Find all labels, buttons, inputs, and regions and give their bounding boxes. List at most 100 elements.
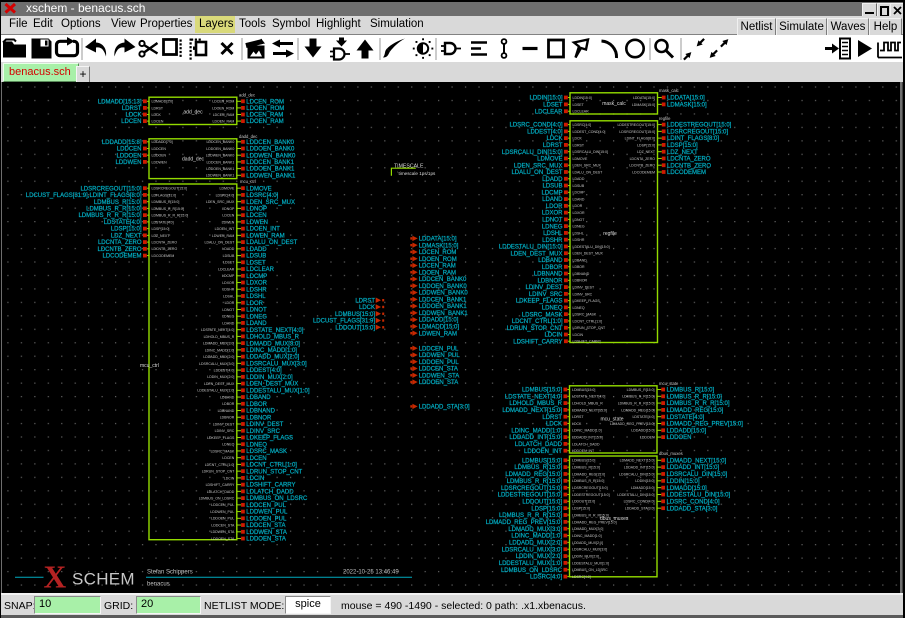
svg-text:LDCMP: LDCMP	[246, 274, 267, 280]
svg-text:LDDCEN_BANK1: LDDCEN_BANK1	[206, 160, 234, 164]
svg-text:mask_calc: mask_calc	[659, 88, 679, 93]
svg-text:LDMADD[15:13]: LDMADD[15:13]	[98, 99, 142, 105]
svg-text:LDMADD_MUX[3:0]: LDMADD_MUX[3:0]	[572, 527, 603, 531]
svg-text:LDDCEN_STA: LDDCEN_STA	[419, 367, 458, 373]
svg-text:LDDEST_COND[4:0]: LDDEST_COND[4:0]	[573, 130, 606, 134]
svg-text:LDSRC_COND[4:0]: LDSRC_COND[4:0]	[509, 123, 562, 129]
svg-text:LDSHR: LDSHR	[573, 238, 585, 242]
svg-text:LDDADD_MUX[2:0]: LDDADD_MUX[2:0]	[509, 540, 562, 546]
svg-text:LDSRC_MASK: LDSRC_MASK	[246, 449, 287, 455]
svg-text:LDDOEN: LDDOEN	[667, 435, 692, 441]
svg-text:LDCK: LDCK	[359, 305, 375, 311]
svg-text:LDSRCALU_DIN[15:0]: LDSRCALU_DIN[15:0]	[573, 150, 608, 154]
svg-text:dbus_muxes: dbus_muxes	[659, 451, 683, 456]
svg-text:LDRST: LDRST	[542, 415, 562, 421]
svg-text:LDSRCALU_DIN[15:0]: LDSRCALU_DIN[15:0]	[667, 472, 728, 478]
svg-text:LDMBUS_R_R_R[15:0]: LDMBUS_R_R_R[15:0]	[152, 214, 189, 218]
svg-text:add_dec: add_dec	[239, 93, 255, 98]
svg-text:LDBNAND: LDBNAND	[573, 272, 590, 276]
svg-text:LDDOEN_BANK1: LDDOEN_BANK1	[246, 167, 295, 173]
svg-text:LDSRCREGOUT[15:0]: LDSRCREGOUT[15:0]	[572, 486, 608, 490]
svg-text:LDSTATE_NEXT[4:0]: LDSTATE_NEXT[4:0]	[201, 328, 234, 332]
svg-text:Stefan Schippers: Stefan Schippers	[147, 570, 193, 576]
svg-text:LDOR: LDOR	[573, 204, 583, 208]
svg-text:LDMBUS[15:0]: LDMBUS[15:0]	[335, 312, 375, 318]
svg-text:LDMADD_REG[15:0]: LDMADD_REG[15:0]	[667, 408, 724, 414]
svg-text:LDCUST_FLAGS[31:9],LDINT_FLAGS: LDCUST_FLAGS[31:9],LDINT_FLAGS[8:0]	[26, 193, 142, 199]
svg-text:LDALU_ON_DEST: LDALU_ON_DEST	[205, 240, 236, 244]
svg-text:LDRUN_STOP_CNT: LDRUN_STOP_CNT	[246, 469, 302, 475]
svg-text:LDDIN[15:0]: LDDIN[15:0]	[529, 96, 562, 102]
svg-text:LDDEST[4:0]: LDDEST[4:0]	[527, 129, 563, 135]
svg-text:LDDADD[15:0]: LDDADD[15:0]	[419, 318, 459, 324]
svg-text:LDDCEN: LDDCEN	[117, 147, 142, 153]
svg-text:LDCNT_CTRL[1:0]: LDCNT_CTRL[1:0]	[512, 319, 563, 325]
svg-text:LDNEG: LDNEG	[246, 314, 267, 320]
svg-text:LDINV_SRC: LDINV_SRC	[215, 429, 235, 433]
svg-text:LDSRCREGOUT[15:0]: LDSRCREGOUT[15:0]	[80, 186, 141, 192]
svg-text:LDDIN[15:0]: LDDIN[15:0]	[573, 96, 592, 100]
svg-text:LDCK: LDCK	[573, 137, 583, 141]
svg-text:LDDESTREGOUT[15:0]: LDDESTREGOUT[15:0]	[572, 493, 610, 497]
svg-text:LDMADD_REG_PREV[15:0]: LDMADD_REG_PREV[15:0]	[610, 422, 655, 426]
svg-text:LDOEN_ROM: LDOEN_ROM	[419, 257, 457, 263]
svg-text:LDSHR: LDSHR	[222, 288, 234, 292]
svg-text:LDBOR: LDBOR	[573, 265, 586, 269]
svg-text:LDSRC[4:0]: LDSRC[4:0]	[573, 123, 592, 127]
svg-text:LDDOEN_BANK0: LDDOEN_BANK0	[419, 284, 468, 290]
svg-text:LDCNT_CTRL[1:0]: LDCNT_CTRL[1:0]	[573, 319, 603, 323]
svg-text:LDMBUS_R_R[15:0]: LDMBUS_R_R[15:0]	[507, 479, 563, 485]
svg-text:LDDEST[4:0]: LDDEST[4:0]	[246, 368, 282, 374]
svg-text:LDDOEN_INT: LDDOEN_INT	[524, 449, 562, 455]
svg-text:mcu_ctrl: mcu_ctrl	[140, 363, 159, 369]
svg-text:LDOEN_RAM: LDOEN_RAM	[419, 270, 456, 276]
svg-text:LDINC_MADD[1:0]: LDINC_MADD[1:0]	[511, 428, 562, 434]
svg-text:LDMBUS_R[15:0]: LDMBUS_R[15:0]	[667, 388, 715, 394]
svg-text:LDALU_ON_DEST: LDALU_ON_DEST	[573, 170, 604, 174]
svg-text:regfile: regfile	[659, 116, 671, 121]
svg-text:LDCMP: LDCMP	[541, 190, 562, 196]
svg-text:LDNEQ: LDNEQ	[222, 443, 234, 447]
svg-text:LDCLEAR: LDCLEAR	[535, 109, 563, 115]
svg-text:LDDESTALU_DIN[15:0]: LDDESTALU_DIN[15:0]	[573, 245, 610, 249]
svg-text:LDCK: LDCK	[572, 422, 582, 426]
svg-text:LDSHL: LDSHL	[223, 294, 234, 298]
svg-text:LDMADD_MUX[3:0]: LDMADD_MUX[3:0]	[246, 341, 300, 347]
svg-text:LDCEN: LDCEN	[246, 213, 266, 219]
svg-text:LDHOLD_MBUS_R: LDHOLD_MBUS_R	[204, 335, 235, 339]
svg-text:LDINC_MADD[1:0]: LDINC_MADD[1:0]	[511, 534, 562, 540]
svg-text:LDSTATE_NEXT[4:0]: LDSTATE_NEXT[4:0]	[246, 328, 303, 334]
svg-text:LDKEEP_FLAGS: LDKEEP_FLAGS	[573, 299, 601, 303]
svg-text:LDDOEN_PUL: LDDOEN_PUL	[211, 517, 234, 521]
svg-text:LDSRC_MASK: LDSRC_MASK	[522, 312, 563, 318]
svg-text:LDINT_FLAGS[8:0]: LDINT_FLAGS[8:0]	[625, 137, 655, 141]
svg-text:LDSRCALU_MUX[3:0]: LDSRCALU_MUX[3:0]	[199, 362, 234, 366]
svg-text:LDWEN_RAM: LDWEN_RAM	[246, 233, 284, 239]
svg-text:LDDIN[15:0]: LDDIN[15:0]	[667, 479, 700, 485]
svg-text:LDHOLD_MBUS_R: LDHOLD_MBUS_R	[246, 335, 299, 341]
svg-text:LDMADD_REG_PREV[15:0]: LDMADD_REG_PREV[15:0]	[572, 520, 617, 524]
svg-text:LDCUST_FLAGS[31:9]: LDCUST_FLAGS[31:9]	[313, 319, 375, 325]
svg-text:LDOR: LDOR	[546, 204, 563, 210]
svg-text:LDDWEN_PUL: LDDWEN_PUL	[210, 510, 234, 514]
svg-text:LDKEEP_FLAGS: LDKEEP_FLAGS	[516, 299, 563, 305]
svg-text:LDDWEN_STA: LDDWEN_STA	[246, 530, 287, 536]
svg-text:LDCNTA_ZERO: LDCNTA_ZERO	[630, 157, 656, 161]
svg-text:LDRST: LDRST	[152, 106, 164, 110]
svg-text:LDDCEN_PUL: LDDCEN_PUL	[211, 503, 234, 507]
svg-text:LDXOR: LDXOR	[573, 211, 586, 215]
svg-text:2022-10-25 13:46:49: 2022-10-25 13:46:49	[343, 570, 399, 576]
svg-text:LDDIN_MUX[2:0]: LDDIN_MUX[2:0]	[572, 554, 599, 558]
svg-text:LDDCEN_STA: LDDCEN_STA	[246, 523, 285, 529]
svg-text:LDOEN_ROM: LDOEN_ROM	[246, 106, 284, 112]
svg-text:LDSP[15:0]: LDSP[15:0]	[152, 227, 170, 231]
svg-text:LDDOUT[15:0]: LDDOUT[15:0]	[572, 500, 595, 504]
svg-text:LDINV_DEST: LDINV_DEST	[525, 285, 562, 291]
svg-text:LDSRC[4:0]: LDSRC[4:0]	[246, 193, 278, 199]
svg-text:LDCIN: LDCIN	[246, 476, 264, 482]
svg-text:LDMBUS[15:0]: LDMBUS[15:0]	[522, 458, 562, 464]
svg-text:LDINV_SRC: LDINV_SRC	[246, 429, 280, 435]
svg-text:LDDWEN_BANK0: LDDWEN_BANK0	[246, 153, 296, 159]
svg-text:LDSHIFT_CARRY: LDSHIFT_CARRY	[246, 483, 295, 489]
svg-text:LDSRC[4:0]: LDSRC[4:0]	[216, 193, 235, 197]
